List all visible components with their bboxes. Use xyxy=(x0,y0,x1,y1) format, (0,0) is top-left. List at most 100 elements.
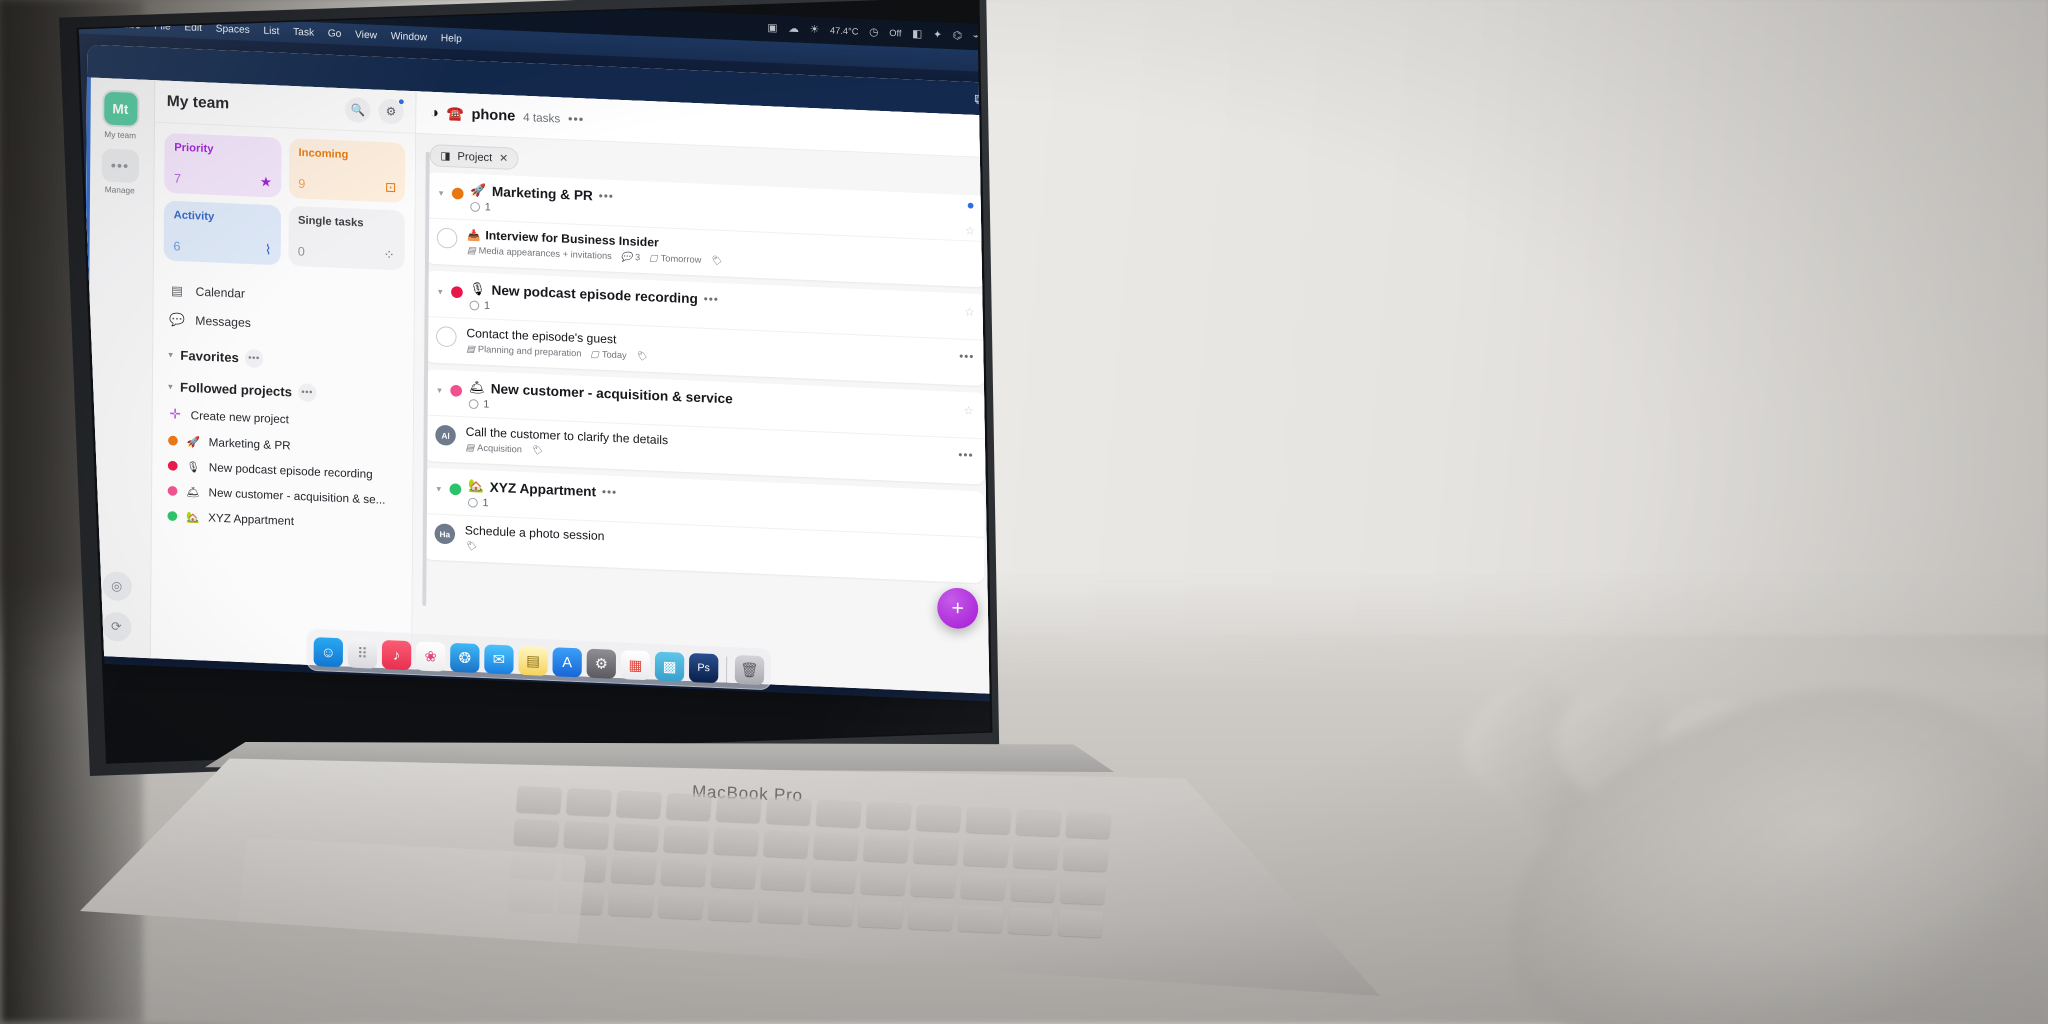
task-list[interactable]: ▼ 🚀 Marketing & PR ••• 1 ☆ 📥 Interview f… xyxy=(412,171,990,694)
task-meta-list: ▤ Planning and preparation xyxy=(466,343,582,360)
menu-item-spaces[interactable]: Spaces xyxy=(216,23,250,36)
rail-bottom-actions: ◎ ⟳ xyxy=(101,571,132,657)
task-checkbox[interactable] xyxy=(436,227,458,249)
control-center-icon[interactable]: ▤ xyxy=(990,31,991,43)
overview-cards: Priority 7 ★ Incoming 9 ⊡ Activity 6 ⌇ S… xyxy=(154,123,415,281)
task-count-circle-icon xyxy=(470,201,480,212)
trackpad[interactable] xyxy=(233,837,587,985)
ellipsis-icon[interactable]: ••• xyxy=(244,348,264,369)
add-task-button[interactable]: + xyxy=(937,587,979,630)
safari-icon[interactable]: ❂ xyxy=(450,642,480,674)
appstore-icon[interactable]: A xyxy=(552,647,582,678)
ellipsis-icon[interactable]: ••• xyxy=(958,448,973,462)
settings-icon[interactable]: ⚙ xyxy=(586,648,617,679)
search-icon[interactable]: 🔍 xyxy=(345,96,371,123)
project-color-dot xyxy=(450,286,463,299)
ellipsis-icon[interactable]: ••• xyxy=(599,189,614,203)
chevron-down-icon[interactable]: ▼ xyxy=(435,485,443,494)
menu-item-help[interactable]: Help xyxy=(441,32,462,44)
chevron-down-icon[interactable]: ▼ xyxy=(437,189,445,198)
avatar[interactable]: Mt xyxy=(101,89,140,128)
unread-dot xyxy=(967,202,974,209)
chevron-down-icon[interactable]: ▼ xyxy=(167,350,175,359)
card-priority[interactable]: Priority 7 ★ xyxy=(164,132,282,198)
ellipsis-icon[interactable]: ••• xyxy=(101,148,139,183)
hand-on-trackpad xyxy=(1308,574,2048,1024)
group-task-count: 1 xyxy=(484,300,491,312)
task-meta-comments: 💬 3 xyxy=(620,251,641,264)
ellipsis-icon[interactable]: ••• xyxy=(959,349,974,363)
dropbox-icon[interactable]: ▣ xyxy=(767,22,777,34)
menu-item-task[interactable]: Task xyxy=(293,26,314,38)
task-meta-due: ▢ Today xyxy=(590,349,627,362)
filter-chip-project[interactable]: ◨ Project ✕ xyxy=(429,144,519,171)
task-count-circle-icon xyxy=(467,497,478,508)
slack-icon[interactable]: ▩ xyxy=(654,651,685,682)
chevron-down-icon[interactable]: ▼ xyxy=(436,287,444,296)
volume-icon[interactable]: ◧ xyxy=(912,28,922,40)
menu-item-list[interactable]: List xyxy=(263,25,279,37)
photos-icon[interactable]: ❀ xyxy=(415,641,446,672)
notes-icon[interactable]: ▤ xyxy=(518,645,548,676)
close-icon[interactable]: ✕ xyxy=(499,152,508,165)
refresh-icon[interactable]: ⟳ xyxy=(101,611,132,642)
list-icon: ▤ xyxy=(465,442,475,454)
ellipsis-icon[interactable]: ••• xyxy=(568,111,584,126)
menu-item-view[interactable]: View xyxy=(355,29,377,42)
panel-toggle-icon[interactable]: ◑ xyxy=(430,104,439,121)
list-icon: ▤ xyxy=(466,343,476,355)
sidebar-project-xyz-appartment-label: XYZ Appartment xyxy=(208,510,295,528)
cloud-icon[interactable]: ☁ xyxy=(788,23,799,35)
sidebar: My team 🔍 ⚙ Priority 7 ★ Incoming 9 ⊡ Ac… xyxy=(150,80,417,670)
menu-item-window[interactable]: Window xyxy=(391,30,428,43)
manage-label: Manage xyxy=(104,184,135,196)
battery-icon[interactable]: ◷ xyxy=(869,26,878,38)
screen: ▣ ☁ ☀ 47.4°C ◷ Off ◧ ✦ ⌬ ⌁ ▤  Nozbe Fil… xyxy=(78,0,991,762)
battery-label: Off xyxy=(889,28,902,40)
avatar-label: My team xyxy=(104,129,137,141)
headphones-icon[interactable]: ⌬ xyxy=(953,30,962,42)
avatar[interactable]: Ha xyxy=(434,523,456,545)
music-icon[interactable]: ♪ xyxy=(381,639,412,671)
gear-icon[interactable]: ⚙ xyxy=(378,97,405,125)
card-incoming[interactable]: Incoming 9 ⊡ xyxy=(288,138,406,203)
microphone-icon: 🎙 xyxy=(186,461,201,474)
messages-icon: 💬 xyxy=(168,311,185,328)
project-color-dot xyxy=(449,483,462,496)
star-outline-icon[interactable]: ☆ xyxy=(964,305,975,319)
rocket-icon: 🚀 xyxy=(186,435,200,449)
keyboard[interactable] xyxy=(503,785,1380,996)
star-outline-icon[interactable]: ☆ xyxy=(965,224,976,238)
card-activity[interactable]: Activity 6 ⌇ xyxy=(163,200,281,266)
temperature-label: 47.4°C xyxy=(829,25,859,38)
menu-item-go[interactable]: Go xyxy=(328,28,342,40)
bluetooth-icon[interactable]: ✦ xyxy=(933,29,942,41)
ellipsis-icon[interactable]: ••• xyxy=(297,383,317,403)
finder-icon[interactable]: ☺ xyxy=(313,637,344,668)
star-outline-icon[interactable]: ☆ xyxy=(963,404,974,418)
ellipsis-icon[interactable]: ••• xyxy=(704,292,719,306)
workspace-avatar-block[interactable]: Mt My team xyxy=(101,89,140,141)
main-title: phone xyxy=(471,106,516,125)
telephone-icon: ☎️ xyxy=(446,105,464,122)
weather-icon[interactable]: ☀ xyxy=(810,24,820,36)
calendar-icon[interactable]: ▦ xyxy=(620,650,651,681)
mail-icon[interactable]: ✉ xyxy=(484,644,514,675)
trash-icon[interactable]: 🗑 xyxy=(734,654,765,686)
card-single-tasks[interactable]: Single tasks 0 ⁘ xyxy=(287,205,405,271)
avatar[interactable]: Al xyxy=(435,424,456,446)
photoshop-icon[interactable]: Ps xyxy=(688,652,719,684)
inbox-down-icon: 📥 xyxy=(467,229,481,242)
comment-icon: 💬 xyxy=(620,251,633,263)
sync-icon[interactable]: ◎ xyxy=(101,571,132,602)
group-title: XYZ Appartment xyxy=(489,479,597,500)
manage-block[interactable]: ••• Manage xyxy=(101,148,139,196)
task-count-circle-icon xyxy=(468,399,479,410)
chevron-down-icon[interactable]: ▼ xyxy=(436,386,444,395)
task-checkbox[interactable] xyxy=(436,326,457,348)
task-meta-tag: 🏷 xyxy=(710,256,722,267)
project-icon: ◨ xyxy=(440,150,451,163)
launchpad-icon[interactable]: ⠿ xyxy=(347,638,378,669)
chevron-down-icon[interactable]: ▼ xyxy=(166,382,174,391)
ellipsis-icon[interactable]: ••• xyxy=(602,485,617,499)
